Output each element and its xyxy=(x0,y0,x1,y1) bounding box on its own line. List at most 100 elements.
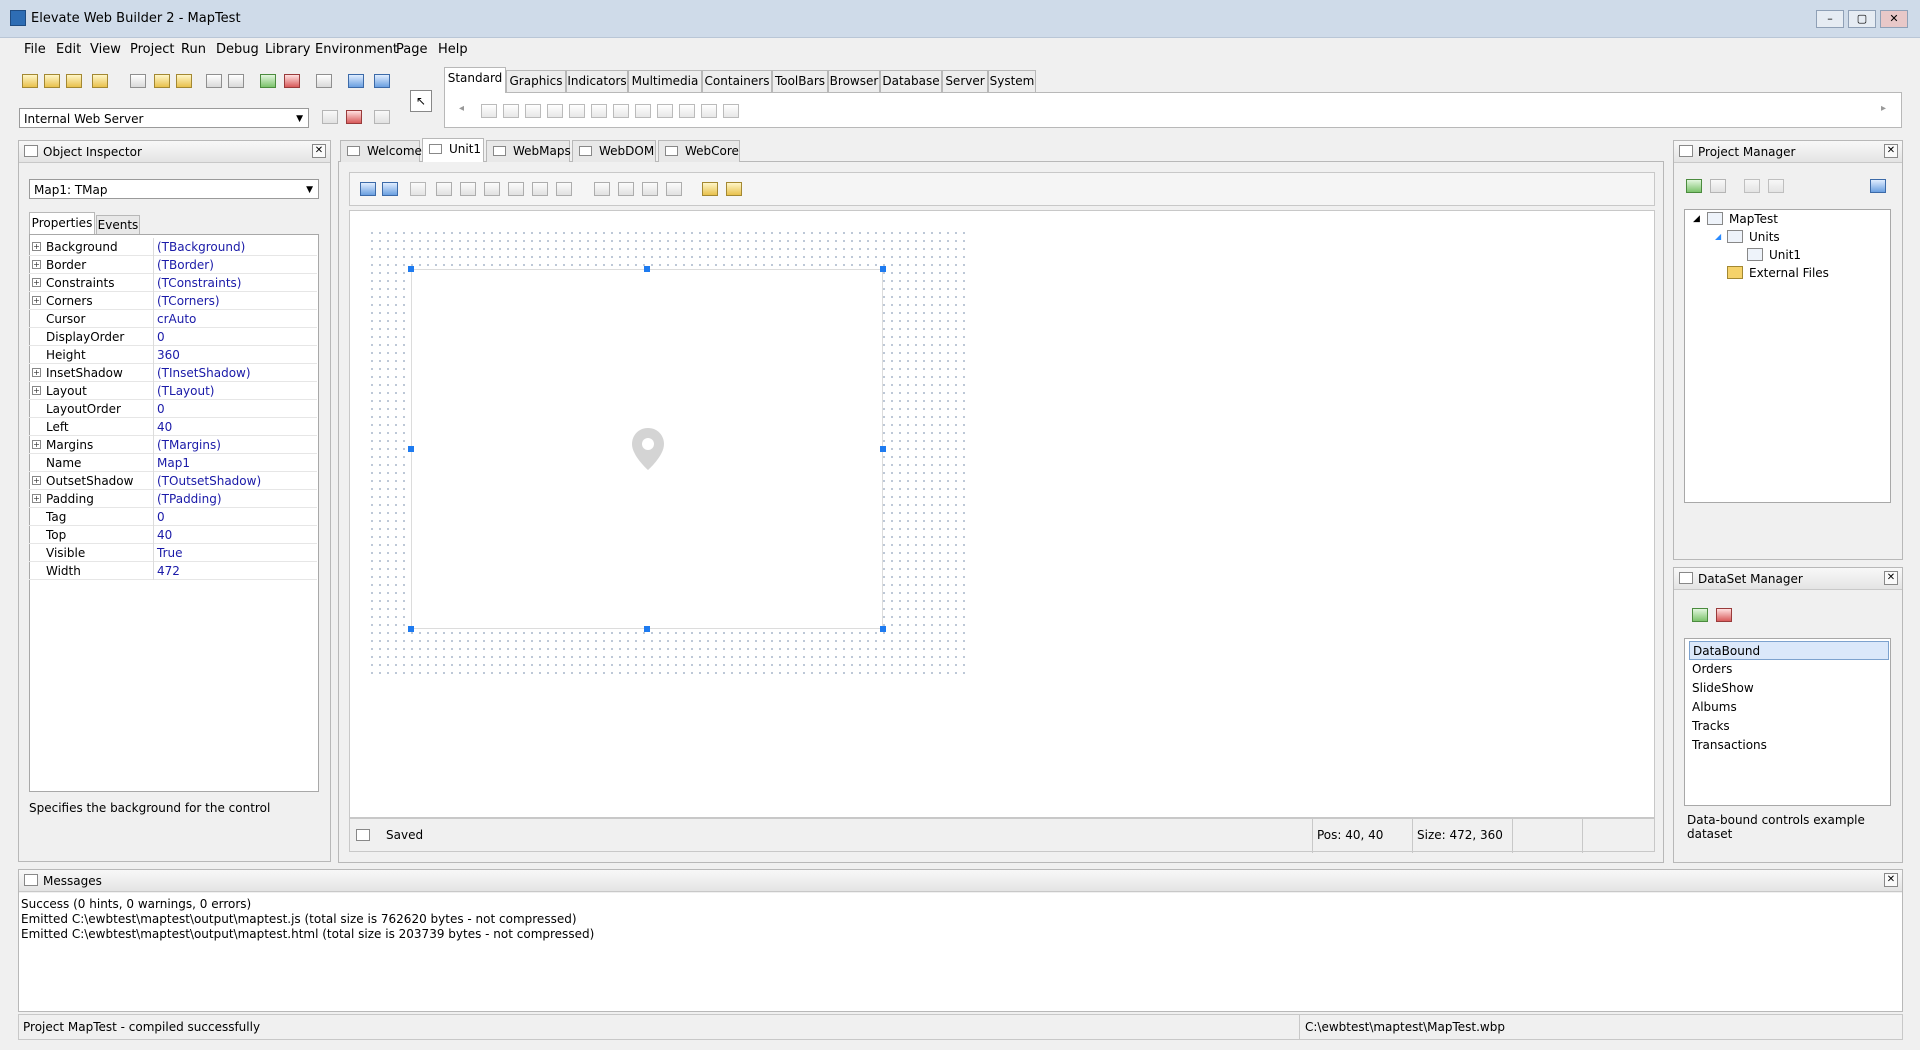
menu-help[interactable]: Help xyxy=(438,42,468,57)
property-row[interactable]: DisplayOrder 0 xyxy=(29,328,317,346)
add-external-file-icon[interactable] xyxy=(1744,179,1760,193)
creation-order-icon[interactable] xyxy=(726,182,742,196)
open-project-icon[interactable] xyxy=(44,74,60,88)
map-component[interactable] xyxy=(411,269,883,629)
run-icon[interactable] xyxy=(348,74,364,88)
tab-webdom[interactable]: WebDOM xyxy=(572,140,656,162)
align-right-icon[interactable] xyxy=(484,182,500,196)
property-value[interactable]: 472 xyxy=(157,564,180,578)
center-vertically-icon[interactable] xyxy=(666,182,682,196)
pointer-tool-icon[interactable]: ↖ xyxy=(410,90,432,112)
property-value[interactable]: (TBorder) xyxy=(157,258,214,272)
edit-component-icon[interactable] xyxy=(503,104,519,118)
message-line[interactable]: Success (0 hints, 0 warnings, 0 errors) xyxy=(21,897,251,911)
expand-icon[interactable]: + xyxy=(32,278,41,287)
stop-server-icon[interactable] xyxy=(346,110,362,124)
close-icon[interactable]: ✕ xyxy=(1884,571,1898,585)
dataset-item-orders[interactable]: Orders xyxy=(1689,660,1889,679)
resize-handle-nw[interactable] xyxy=(408,266,414,272)
tab-unit1[interactable]: Unit1 xyxy=(422,138,484,162)
collapse-icon[interactable]: ◢ xyxy=(1715,232,1721,241)
memo-component-icon[interactable] xyxy=(657,104,673,118)
combobox-component-icon[interactable] xyxy=(613,104,629,118)
remove-external-file-icon[interactable] xyxy=(1768,179,1784,193)
property-row[interactable]: Visible True xyxy=(29,544,317,562)
new-project-icon[interactable] xyxy=(22,74,38,88)
close-button[interactable]: ✕ xyxy=(1880,10,1908,28)
property-row[interactable]: Width 472 xyxy=(29,562,317,580)
menu-edit[interactable]: Edit xyxy=(56,42,81,57)
property-value[interactable]: 0 xyxy=(157,330,165,344)
property-row[interactable]: Cursor crAuto xyxy=(29,310,317,328)
property-value[interactable]: 40 xyxy=(157,420,172,434)
send-to-back-icon[interactable] xyxy=(410,182,426,196)
space-vertically-icon[interactable] xyxy=(642,182,658,196)
property-row[interactable]: Tag 0 xyxy=(29,508,317,526)
add-dataset-icon[interactable] xyxy=(1692,608,1708,622)
palette-scroll-left-icon[interactable]: ◂ xyxy=(459,103,464,114)
tab-order-icon[interactable] xyxy=(702,182,718,196)
button-component-icon[interactable] xyxy=(525,104,541,118)
property-row[interactable]: Top 40 xyxy=(29,526,317,544)
align-left-icon[interactable] xyxy=(436,182,452,196)
message-line[interactable]: Emitted C:\ewbtest\maptest\output\maptes… xyxy=(21,927,594,941)
property-value[interactable]: 0 xyxy=(157,510,165,524)
dataset-item-databound[interactable]: DataBound xyxy=(1689,641,1889,660)
property-row[interactable]: + Padding (TPadding) xyxy=(29,490,317,508)
property-value[interactable]: (TMargins) xyxy=(157,438,221,452)
property-value[interactable]: (TBackground) xyxy=(157,240,245,254)
property-value[interactable]: crAuto xyxy=(157,312,196,326)
palette-tab-system[interactable]: System xyxy=(988,70,1036,92)
palette-tab-graphics[interactable]: Graphics xyxy=(506,70,566,92)
project-options-icon[interactable] xyxy=(92,74,108,88)
palette-tab-indicators[interactable]: Indicators xyxy=(566,70,628,92)
palette-tab-standard[interactable]: Standard xyxy=(444,67,506,93)
align-to-grid-icon[interactable] xyxy=(360,182,376,196)
menu-run[interactable]: Run xyxy=(181,42,206,57)
remove-unit-icon[interactable] xyxy=(1710,179,1726,193)
align-center-icon[interactable] xyxy=(460,182,476,196)
tab-webmaps[interactable]: WebMaps xyxy=(486,140,571,162)
close-icon[interactable]: ✕ xyxy=(1884,873,1898,887)
property-row[interactable]: Height 360 xyxy=(29,346,317,364)
grid-component-icon[interactable] xyxy=(679,104,695,118)
space-horizontally-icon[interactable] xyxy=(508,182,524,196)
resize-handle-se[interactable] xyxy=(880,626,886,632)
expand-icon[interactable]: + xyxy=(32,296,41,305)
design-surface[interactable] xyxy=(349,210,1655,818)
property-row[interactable]: + Constraints (TConstraints) xyxy=(29,274,317,292)
remove-dataset-icon[interactable] xyxy=(1716,608,1732,622)
tab-properties[interactable]: Properties xyxy=(29,212,95,234)
add-to-project-icon[interactable] xyxy=(260,74,276,88)
server-select[interactable]: Internal Web Server ▼ xyxy=(19,108,309,128)
collapse-icon[interactable]: ◢ xyxy=(1693,214,1700,224)
tree-node-external-files[interactable]: External Files xyxy=(1749,266,1829,280)
property-row[interactable]: + Margins (TMargins) xyxy=(29,436,317,454)
radio-component-icon[interactable] xyxy=(569,104,585,118)
palette-tab-containers[interactable]: Containers xyxy=(702,70,772,92)
start-server-icon[interactable] xyxy=(322,110,338,124)
tab-events[interactable]: Events xyxy=(96,215,140,234)
menu-file[interactable]: File xyxy=(24,42,46,57)
close-icon[interactable]: ✕ xyxy=(312,144,326,158)
align-bottom-icon[interactable] xyxy=(618,182,634,196)
save-icon[interactable] xyxy=(206,74,222,88)
resize-handle-w[interactable] xyxy=(408,446,414,452)
menu-environment[interactable]: Environment xyxy=(315,42,398,57)
bring-to-front-icon[interactable] xyxy=(382,182,398,196)
expand-icon[interactable]: + xyxy=(32,476,41,485)
property-value[interactable]: 0 xyxy=(157,402,165,416)
menu-library[interactable]: Library xyxy=(265,42,310,57)
save-project-icon[interactable] xyxy=(66,74,82,88)
expand-icon[interactable]: + xyxy=(32,386,41,395)
property-row[interactable]: + Border (TBorder) xyxy=(29,256,317,274)
new-unit-icon[interactable] xyxy=(130,74,146,88)
minimize-button[interactable]: – xyxy=(1816,10,1844,28)
property-value[interactable]: Map1 xyxy=(157,456,190,470)
message-line[interactable]: Emitted C:\ewbtest\maptest\output\maptes… xyxy=(21,912,577,926)
compile-icon[interactable] xyxy=(374,74,390,88)
property-value[interactable]: (TCorners) xyxy=(157,294,220,308)
property-value[interactable]: 360 xyxy=(157,348,180,362)
align-middle-icon[interactable] xyxy=(594,182,610,196)
resize-handle-n[interactable] xyxy=(644,266,650,272)
